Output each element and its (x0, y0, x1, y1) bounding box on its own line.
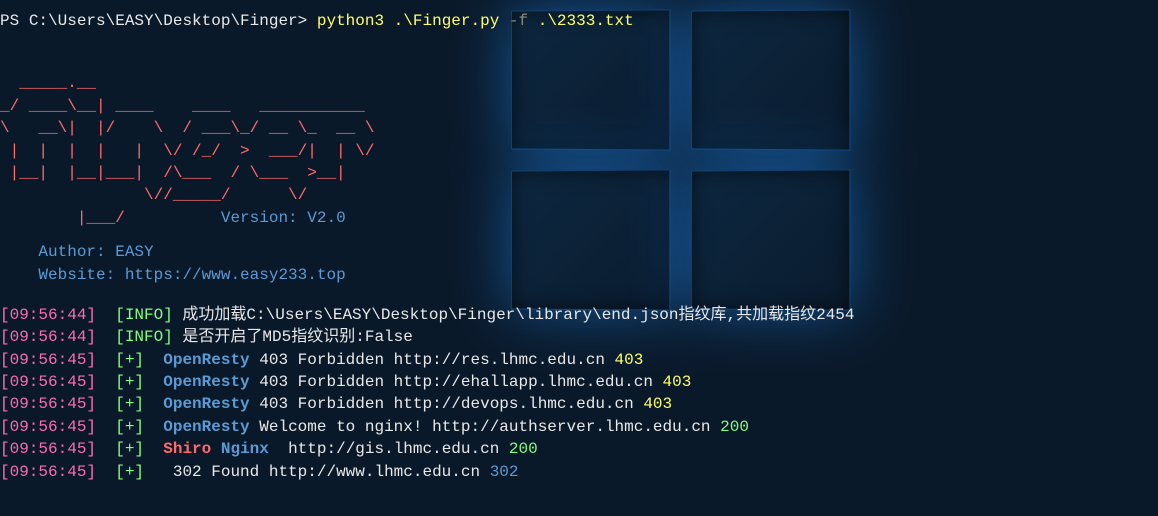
log-plus-tag: [+] (115, 373, 144, 391)
log-line: [09:56:44] [INFO] 是否开启了MD5指纹识别:False (0, 326, 1158, 348)
log-engine: OpenResty (163, 351, 249, 369)
log-engine: OpenResty (163, 395, 249, 413)
log-timestamp: [09:56:45] (0, 418, 96, 436)
author-line: Author: EASY (0, 241, 1158, 263)
log-status-code: 200 (509, 440, 538, 458)
ascii-line-2: _/ ____\__| ____ ____ ___________ (0, 95, 374, 117)
website-label: Website: (38, 266, 124, 284)
log-engine: Shiro (163, 440, 211, 458)
log-timestamp: [09:56:44] (0, 328, 96, 346)
log-plus-tag: [+] (115, 395, 144, 413)
log-timestamp: [09:56:45] (0, 373, 96, 391)
log-timestamp: [09:56:45] (0, 395, 96, 413)
log-message: 成功加载C:\Users\EASY\Desktop\Finger\library… (173, 306, 855, 324)
log-line: [09:56:45] [+] OpenResty 403 Forbidden h… (0, 393, 1158, 415)
log-message: 是否开启了MD5指纹识别:False (173, 328, 413, 346)
log-message: 302 Found http://www.lhmc.edu.cn (144, 463, 490, 481)
command-flag: -f (509, 12, 528, 30)
log-message: http://gis.lhmc.edu.cn (269, 440, 509, 458)
log-line: [09:56:45] [+] 302 Found http://www.lhmc… (0, 461, 1158, 483)
log-status-code: 403 (643, 395, 672, 413)
ascii-line-6: \//_____/ \/ (0, 184, 374, 206)
ascii-line-3: \ __\| |/ \ / ___\_/ __ \_ __ \ (0, 117, 374, 139)
ascii-line-4: | | | | | \/ /_/ > ___/| | \/ (0, 140, 374, 162)
command-arg2: .\2333.txt (528, 12, 634, 30)
log-message: 403 Forbidden http://ehallapp.lhmc.edu.c… (250, 373, 663, 391)
log-engine: OpenResty (163, 418, 249, 436)
ascii-line-1: _____.__ (0, 72, 374, 94)
author-text: Author: EASY (38, 243, 153, 261)
log-message: Welcome to nginx! http://authserver.lhmc… (250, 418, 720, 436)
log-timestamp: [09:56:44] (0, 306, 96, 324)
website-indent (0, 266, 38, 284)
log-line: [09:56:45] [+] Shiro Nginx http://gis.lh… (0, 438, 1158, 460)
log-message: 403 Forbidden http://devops.lhmc.edu.cn (250, 395, 644, 413)
log-line: [09:56:44] [INFO] 成功加载C:\Users\EASY\Desk… (0, 304, 1158, 326)
version-text: Version: V2.0 (221, 209, 346, 227)
website-line: Website: https://www.easy233.top (0, 264, 1158, 286)
terminal-output[interactable]: PS C:\Users\EASY\Desktop\Finger> python3… (0, 0, 1158, 483)
log-plus-tag: [+] (115, 351, 144, 369)
log-plus-tag: [+] (115, 440, 144, 458)
version-indent: |___/ (0, 209, 221, 227)
prompt-path: C:\Users\EASY\Desktop\Finger> (29, 12, 317, 30)
prompt-ps: PS (0, 12, 29, 30)
log-status-code: 302 (490, 463, 519, 481)
log-engine-2: Nginx (221, 440, 269, 458)
log-status-code: 200 (720, 418, 749, 436)
log-timestamp: [09:56:45] (0, 463, 96, 481)
log-line: [09:56:45] [+] OpenResty 403 Forbidden h… (0, 371, 1158, 393)
log-engine: OpenResty (163, 373, 249, 391)
command-arg1: .\Finger.py (384, 12, 509, 30)
log-line: [09:56:45] [+] OpenResty 403 Forbidden h… (0, 349, 1158, 371)
log-timestamp: [09:56:45] (0, 440, 96, 458)
command-python: python3 (317, 12, 384, 30)
ascii-line-5: |__| |__|___| /\___ / \___ >__| (0, 162, 374, 184)
log-timestamp: [09:56:45] (0, 351, 96, 369)
ascii-logo: _____.__ _/ ____\__| ____ ____ _________… (0, 72, 374, 229)
log-plus-tag: [+] (115, 418, 144, 436)
version-line: |___/ Version: V2.0 (0, 207, 374, 229)
log-info-tag: [INFO] (115, 306, 173, 324)
log-message: 403 Forbidden http://res.lhmc.edu.cn (250, 351, 615, 369)
log-status-code: 403 (615, 351, 644, 369)
log-block: [09:56:44] [INFO] 成功加载C:\Users\EASY\Desk… (0, 304, 1158, 483)
prompt-line: PS C:\Users\EASY\Desktop\Finger> python3… (0, 0, 1158, 32)
log-line: [09:56:45] [+] OpenResty Welcome to ngin… (0, 416, 1158, 438)
website-url: https://www.easy233.top (125, 266, 346, 284)
log-plus-tag: [+] (115, 463, 144, 481)
author-indent (0, 243, 38, 261)
log-info-tag: [INFO] (115, 328, 173, 346)
meta-block: Author: EASY Website: https://www.easy23… (0, 241, 1158, 286)
log-status-code: 403 (663, 373, 692, 391)
